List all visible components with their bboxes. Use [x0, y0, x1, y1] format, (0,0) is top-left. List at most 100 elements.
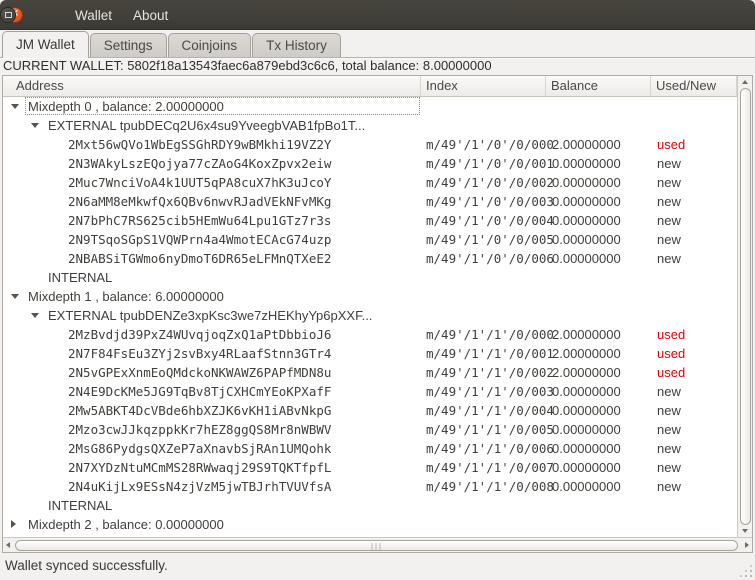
balance-cell: 2.00000000	[552, 137, 621, 152]
address-cell: INTERNAL	[3, 268, 421, 287]
status-cell: used	[657, 346, 686, 361]
table-row[interactable]: 2MsG86PydgsQXZeP7aXnavbSjRAn1UMQohk m/49…	[3, 439, 737, 458]
row-label: 2Muc7WnciVoA4k1UUT5qPA8cuX7hK3uJcoY	[68, 175, 332, 190]
scroll-right-icon[interactable]	[745, 542, 749, 548]
address-cell: 2MzBvdjd39PxZ4WUvqjoqZxQ1aPtDbbioJ6	[3, 325, 421, 344]
menu-wallet[interactable]: Wallet	[75, 8, 112, 23]
balance-cell: 0.00000000	[552, 460, 621, 475]
address-cell: 2MsG86PydgsQXZeP7aXnavbSjRAn1UMQohk	[3, 439, 421, 458]
row-label: 2N4E9DcKMe5JG9TqBv8TjCXHCmYEoKPXafF	[68, 384, 332, 399]
column-header-balance[interactable]: Balance	[546, 76, 651, 96]
address-cell: 2N5vGPExXnmEoQMdckoNKWAWZ6PAPfMDN8u	[3, 363, 421, 382]
column-header-address[interactable]: Address	[3, 76, 421, 96]
address-cell: 2N7bPhC7RS625cib5HEmWu64Lpu1GTz7r3s	[3, 211, 421, 230]
address-cell: 2N9TSqoSGpS1VQWPrn4a4WmotECAcG74uzp	[3, 230, 421, 249]
status-cell: new	[657, 422, 681, 437]
address-cell: 2Mzo3cwJJkqzppkKr7hEZ8ggQS8Mr8nWBWV	[3, 420, 421, 439]
index-cell: m/49'/1'/0'/0/003	[426, 194, 554, 209]
tab-jm-wallet[interactable]: JM Wallet	[2, 31, 89, 58]
table-row[interactable]: INTERNAL	[3, 496, 737, 515]
row-label: 2N7bPhC7RS625cib5HEmWu64Lpu1GTz7r3s	[68, 213, 332, 228]
collapse-triangle-icon[interactable]	[31, 123, 39, 128]
status-cell: new	[657, 384, 681, 399]
status-cell: new	[657, 441, 681, 456]
table-row[interactable]: 2Mzo3cwJJkqzppkKr7hEZ8ggQS8Mr8nWBWV m/49…	[3, 420, 737, 439]
table-row[interactable]: 2N3WAkyLszEQojya77cZAoG4KoxZpvx2eiw m/49…	[3, 154, 737, 173]
row-label: EXTERNAL tpubDECq2U6x4su9YveegbVAB1fpBo1…	[48, 118, 366, 133]
table-row[interactable]: 2N5vGPExXnmEoQMdckoNKWAWZ6PAPfMDN8u m/49…	[3, 363, 737, 382]
table-row[interactable]: 2N9TSqoSGpS1VQWPrn4a4WmotECAcG74uzp m/49…	[3, 230, 737, 249]
row-label: 2N6aMM8eMkwfQx6QBv6nwvRJadVEkNFvMKg	[68, 194, 332, 209]
table-row[interactable]: Mixdepth 2 , balance: 0.00000000	[3, 515, 737, 534]
scroll-left-icon[interactable]	[6, 542, 10, 548]
expand-triangle-icon[interactable]	[11, 520, 16, 528]
row-label: INTERNAL	[48, 270, 113, 285]
tree-header: Address Index Balance Used/New	[3, 76, 737, 97]
table-row[interactable]: 2N7F84FsEu3ZYj2svBxy4RLaafStnn3GTr4 m/49…	[3, 344, 737, 363]
balance-cell: 0.00000000	[552, 194, 621, 209]
table-row[interactable]: Mixdepth 1 , balance: 6.00000000	[3, 287, 737, 306]
table-row[interactable]: INTERNAL	[3, 268, 737, 287]
table-row[interactable]: 2MzBvdjd39PxZ4WUvqjoqZxQ1aPtDbbioJ6 m/49…	[3, 325, 737, 344]
index-cell: m/49'/1'/1'/0/001	[426, 346, 554, 361]
index-cell: m/49'/1'/1'/0/005	[426, 422, 554, 437]
menubar: Wallet About	[75, 0, 168, 30]
menu-about[interactable]: About	[133, 8, 168, 23]
maximize-button[interactable]	[0, 7, 16, 23]
balance-cell: 0.00000000	[552, 422, 621, 437]
row-label: 2N7F84FsEu3ZYj2svBxy4RLaafStnn3GTr4	[68, 346, 332, 361]
horizontal-scrollbar[interactable]	[3, 537, 752, 552]
address-cell: 2Muc7WnciVoA4k1UUT5qPA8cuX7hK3uJcoY	[3, 173, 421, 192]
index-cell: m/49'/1'/0'/0/000	[426, 137, 554, 152]
resize-grip-icon[interactable]	[739, 564, 753, 578]
balance-cell: 0.00000000	[552, 403, 621, 418]
address-cell: 2N6aMM8eMkwfQx6QBv6nwvRJadVEkNFvMKg	[3, 192, 421, 211]
table-row[interactable]: EXTERNAL tpubDECq2U6x4su9YveegbVAB1fpBo1…	[3, 116, 737, 135]
balance-cell: 0.00000000	[552, 384, 621, 399]
horizontal-scrollbar-thumb[interactable]	[15, 539, 738, 551]
row-label: 2N4uKijLx9ESsN4zjVzM5jwTBJrhTVUVfsA	[68, 479, 332, 494]
table-row[interactable]: 2N7XYDzNtuMCmMS28RWwaqj29S9TQKTfpfL m/49…	[3, 458, 737, 477]
column-header-used-new[interactable]: Used/New	[651, 76, 737, 96]
collapse-triangle-icon[interactable]	[11, 104, 19, 109]
balance-cell: 0.00000000	[552, 251, 621, 266]
current-wallet-summary: CURRENT WALLET: 5802f18a13543faec6a879eb…	[3, 58, 492, 73]
row-label: Mixdepth 2 , balance: 0.00000000	[28, 517, 224, 532]
table-row[interactable]: 2Mw5ABKT4DcVBde6hbXZJK6vKH1iABvNkpG m/49…	[3, 401, 737, 420]
table-row[interactable]: 2N7bPhC7RS625cib5HEmWu64Lpu1GTz7r3s m/49…	[3, 211, 737, 230]
table-row[interactable]: EXTERNAL tpubDENZe3xpKsc3we7zHEKhyYp6pXX…	[3, 306, 737, 325]
tab-settings[interactable]: Settings	[89, 33, 167, 57]
table-row[interactable]: 2N4E9DcKMe5JG9TqBv8TjCXHCmYEoKPXafF m/49…	[3, 382, 737, 401]
index-cell: m/49'/1'/1'/0/007	[426, 460, 554, 475]
app-window: ✕ Wallet About JM Wallet Settings Coinjo…	[0, 0, 755, 580]
table-row[interactable]: 2N4uKijLx9ESsN4zjVzM5jwTBJrhTVUVfsA m/49…	[3, 477, 737, 496]
column-header-index[interactable]: Index	[421, 76, 546, 96]
collapse-triangle-icon[interactable]	[31, 313, 39, 318]
table-row[interactable]: 2Muc7WnciVoA4k1UUT5qPA8cuX7hK3uJcoY m/49…	[3, 173, 737, 192]
table-row[interactable]: Mixdepth 0 , balance: 2.00000000	[3, 97, 737, 116]
scroll-down-icon[interactable]	[742, 529, 748, 533]
vertical-scrollbar-thumb[interactable]	[739, 88, 751, 525]
row-label: EXTERNAL tpubDENZe3xpKsc3we7zHEKhyYp6pXX…	[48, 308, 373, 323]
tree-rows: Mixdepth 0 , balance: 2.00000000 EXTERNA…	[3, 97, 737, 537]
tab-coinjoins[interactable]: Coinjoins	[167, 33, 252, 57]
address-cell: 2Mw5ABKT4DcVBde6hbXZJK6vKH1iABvNkpG	[3, 401, 421, 420]
scrollbar-grip-icon	[371, 542, 382, 550]
index-cell: m/49'/1'/1'/0/006	[426, 441, 554, 456]
table-row[interactable]: 2Mxt56wQVo1WbEgSSGhRDY9wBMkhi19VZ2Y m/49…	[3, 135, 737, 154]
index-cell: m/49'/1'/0'/0/001	[426, 156, 554, 171]
table-row[interactable]: 2NBABSiTGWmo6nyDmoT6DR65eLFMnQTXeE2 m/49…	[3, 249, 737, 268]
address-cell: 2Mxt56wQVo1WbEgSSGhRDY9wBMkhi19VZ2Y	[3, 135, 421, 154]
balance-cell: 2.00000000	[552, 365, 621, 380]
collapse-triangle-icon[interactable]	[11, 294, 19, 299]
scroll-up-icon[interactable]	[742, 80, 748, 84]
status-cell: new	[657, 156, 681, 171]
balance-cell: 2.00000000	[552, 346, 621, 361]
tab-tx-history[interactable]: Tx History	[252, 33, 341, 57]
status-cell: new	[657, 232, 681, 247]
balance-cell: 0.00000000	[552, 213, 621, 228]
balance-cell: 0.00000000	[552, 175, 621, 190]
vertical-scrollbar[interactable]	[737, 76, 752, 537]
status-cell: used	[657, 365, 686, 380]
table-row[interactable]: 2N6aMM8eMkwfQx6QBv6nwvRJadVEkNFvMKg m/49…	[3, 192, 737, 211]
